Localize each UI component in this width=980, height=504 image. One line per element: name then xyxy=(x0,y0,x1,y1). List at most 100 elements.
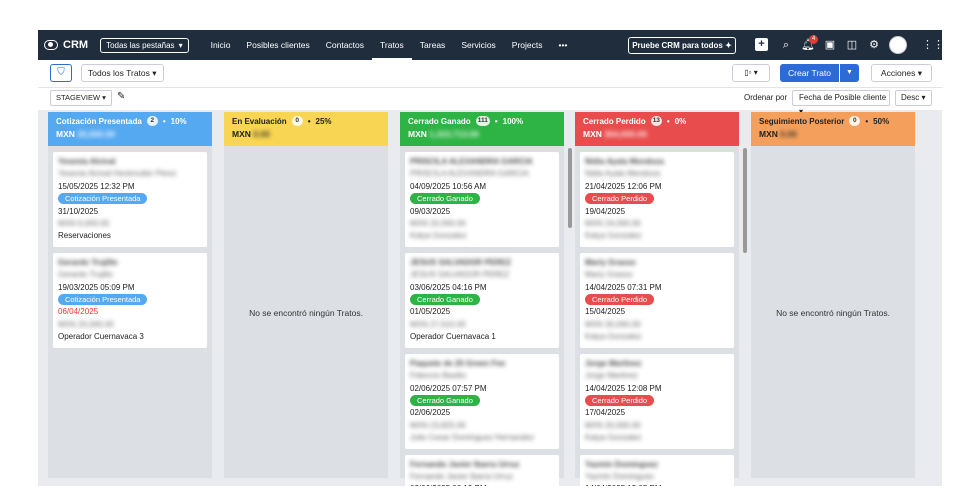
stage-column-seguimiento: Seguimiento Posterior 0 • 50% MXN 0.00 No s… xyxy=(751,112,915,478)
create-deal-button[interactable]: Crear Trato xyxy=(780,64,839,82)
deal-name: JESUS SALVADOR PEREZ xyxy=(410,257,512,267)
deal-amount: MXN 24,000.00 xyxy=(585,219,641,229)
column-percent: 50% xyxy=(873,116,890,126)
stage-column-perdido: Cerrado Perdido 13 • 0% MXN 364,000.00 Nidi… xyxy=(575,112,747,486)
nav-projects[interactable]: Projects xyxy=(504,30,551,60)
kanban-toolbar: STAGEVIEW ▾ ✎ Ordenar por Fecha de Posib… xyxy=(38,88,942,116)
deal-card[interactable]: Yazmin Dominguez Yazmin Dominguez 14/04/20… xyxy=(580,454,734,486)
app-name: CRM xyxy=(63,39,89,51)
deal-stage-pill: Cerrado Perdido xyxy=(585,193,655,205)
deal-card[interactable]: Gerardo Trujillo Gerardo Trujillo 19/03/20… xyxy=(53,252,207,348)
stageview-label: STAGEVIEW xyxy=(56,93,101,102)
deal-stage-row: Cerrado Perdido xyxy=(585,394,729,407)
filter-icon[interactable]: ⛉ xyxy=(50,64,72,82)
deal-stage-pill: Cerrado Perdido xyxy=(585,394,655,406)
try-crm-label: Pruebe CRM para todos xyxy=(632,41,723,50)
stage-column-evaluacion: En Evaluación 0 • 25% MXN 0.00 No se encont… xyxy=(224,112,388,478)
column-amount: 0.00 xyxy=(780,129,797,139)
view-dropdown[interactable]: Todos los Tratos ▾ xyxy=(81,64,164,82)
actions-dropdown[interactable]: Acciones ▾ xyxy=(871,64,932,82)
column-currency: MXN xyxy=(583,129,602,139)
column-currency: MXN xyxy=(408,129,427,139)
deal-owner: Reservaciones xyxy=(58,231,111,241)
column-header: Cerrado Ganado 111 • 100% MXN 1,323,713.00 xyxy=(400,112,564,146)
deal-card[interactable]: Mariy Grasso Mariy Grasso 14/04/2025 07:31… xyxy=(580,252,734,348)
column-count: 13 xyxy=(650,116,662,126)
deal-closing-date: 31/10/2025 xyxy=(58,206,99,216)
calendar-icon[interactable]: ▣ xyxy=(822,37,838,53)
notification-badge: 4 xyxy=(809,35,818,44)
empty-column-message: No se encontró ningún Tratos. xyxy=(776,308,890,318)
view-toggle[interactable]: ▯▫ ▾ xyxy=(732,64,770,82)
deal-contact: Jorge Martinez xyxy=(585,371,638,381)
deal-amount: MXN 23,825.00 xyxy=(410,420,466,430)
deal-card[interactable]: Fernando Javier Ibarra Urruz Fernando Jav… xyxy=(405,454,559,486)
nav-tareas[interactable]: Tareas xyxy=(412,30,454,60)
deal-name: Mariy Grasso xyxy=(585,257,636,267)
empty-column-message: No se encontró ningún Tratos. xyxy=(249,308,363,318)
deal-name: Paquete de 25 Green Fee xyxy=(410,358,506,368)
deal-amount: MXN 30,000.00 xyxy=(585,319,641,329)
all-tabs-dropdown[interactable]: Todas las pestañas ▾ xyxy=(100,37,189,53)
column-count: 2 xyxy=(146,116,158,126)
deal-contact: Nidia Ayala Mendoza xyxy=(585,169,661,179)
deal-card[interactable]: Yesenia Alcival Yesenia Alcival Heckmulle… xyxy=(53,152,207,247)
try-crm-button[interactable]: Pruebe CRM para todos ✦ xyxy=(628,37,736,54)
column-header: Cotización Presentada 2 • 10% MXN 26,000.00 xyxy=(48,112,212,146)
sort-field-dropdown[interactable]: Fecha de Posible cliente ▾ xyxy=(792,90,890,116)
deal-closing-date: 06/04/2025 xyxy=(58,307,99,317)
user-avatar[interactable] xyxy=(889,36,907,54)
column-percent: 10% xyxy=(170,116,187,126)
deal-amount: MXN 20,000.00 xyxy=(58,319,114,329)
deal-name: Yazmin Dominguez xyxy=(585,459,658,469)
deal-contact: Fidencio Basilio xyxy=(410,371,467,381)
column-percent: 25% xyxy=(315,116,332,126)
marketplace-icon[interactable]: ◫ xyxy=(844,37,860,53)
column-count: 111 xyxy=(475,116,490,126)
nav-contactos[interactable]: Contactos xyxy=(318,30,372,60)
all-tabs-label: Todas las pestañas xyxy=(106,40,175,50)
sort-order-dropdown[interactable]: Desc ▾ xyxy=(895,90,932,106)
create-deal-caret[interactable]: ▼ xyxy=(840,64,859,82)
deal-owner: Katya Gonzalez xyxy=(585,332,642,342)
deal-stage-pill: Cerrado Ganado xyxy=(410,193,480,205)
column-scrollbar[interactable] xyxy=(743,148,747,253)
deal-stage-row: Cerrado Ganado xyxy=(410,193,554,205)
actions-label: Acciones xyxy=(880,68,916,78)
crm-logo[interactable]: CRM xyxy=(44,39,88,51)
deal-card[interactable]: PRISCILA ALEXANDRA GARCIA PRISCILA ALEXAN… xyxy=(405,152,559,247)
edit-pencil-icon[interactable]: ✎ xyxy=(117,91,125,102)
column-count: 0 xyxy=(849,116,861,126)
nav-servicios[interactable]: Servicios xyxy=(453,30,503,60)
nav-posibles-clientes[interactable]: Posibles clientes xyxy=(238,30,317,60)
deal-card[interactable]: Nidia Ayala Mendoza Nidia Ayala Mendoza 21… xyxy=(580,152,734,247)
crm-logo-icon xyxy=(44,40,58,50)
search-icon[interactable]: ⌕ xyxy=(778,37,794,53)
settings-icon[interactable]: ⚙ xyxy=(866,37,882,53)
column-scrollbar[interactable] xyxy=(568,148,572,228)
apps-grid-icon[interactable]: ⋮⋮ xyxy=(922,37,942,53)
deal-contact: JESUS SALVADOR PEREZ xyxy=(410,270,510,280)
deal-card[interactable]: JESUS SALVADOR PEREZ JESUS SALVADOR PEREZ… xyxy=(405,252,559,348)
deal-closing-date: 09/03/2025 xyxy=(410,206,451,216)
add-icon[interactable]: + xyxy=(755,38,768,51)
deal-name: Fernando Javier Ibarra Urruz xyxy=(410,459,520,469)
deal-owner: Operador Cuernavaca 1 xyxy=(410,332,496,342)
deal-stage-pill: Cotización Presentada xyxy=(58,294,148,306)
stage-column-cotizacion: Cotización Presentada 2 • 10% MXN 26,000.00… xyxy=(48,112,212,478)
deal-stage-row: Cerrado Perdido xyxy=(585,294,729,306)
nav-inicio[interactable]: Inicio xyxy=(203,30,239,60)
deal-stage-row: Cerrado Perdido xyxy=(585,193,729,205)
stageview-dropdown[interactable]: STAGEVIEW ▾ xyxy=(50,90,112,106)
nav-tratos[interactable]: Tratos xyxy=(372,30,412,60)
column-amount: 1,323,713.00 xyxy=(429,129,479,139)
deal-card[interactable]: Paquete de 25 Green Fee Fidencio Basilio 0… xyxy=(405,353,559,449)
deal-closing-date: 15/04/2025 xyxy=(585,307,626,317)
deal-closing-date: 19/04/2025 xyxy=(585,206,626,216)
nav-more[interactable]: ••• xyxy=(551,30,576,60)
deal-amount: MXN 27,610.00 xyxy=(410,319,466,329)
deal-card[interactable]: Jorge Martinez Jorge Martinez 14/04/2025 1… xyxy=(580,353,734,449)
deal-closing-date: 02/06/2025 xyxy=(410,408,451,418)
deal-stage-row: Cotización Presentada xyxy=(58,193,202,205)
deal-created-time: 21/04/2025 12:06 PM xyxy=(585,181,662,191)
